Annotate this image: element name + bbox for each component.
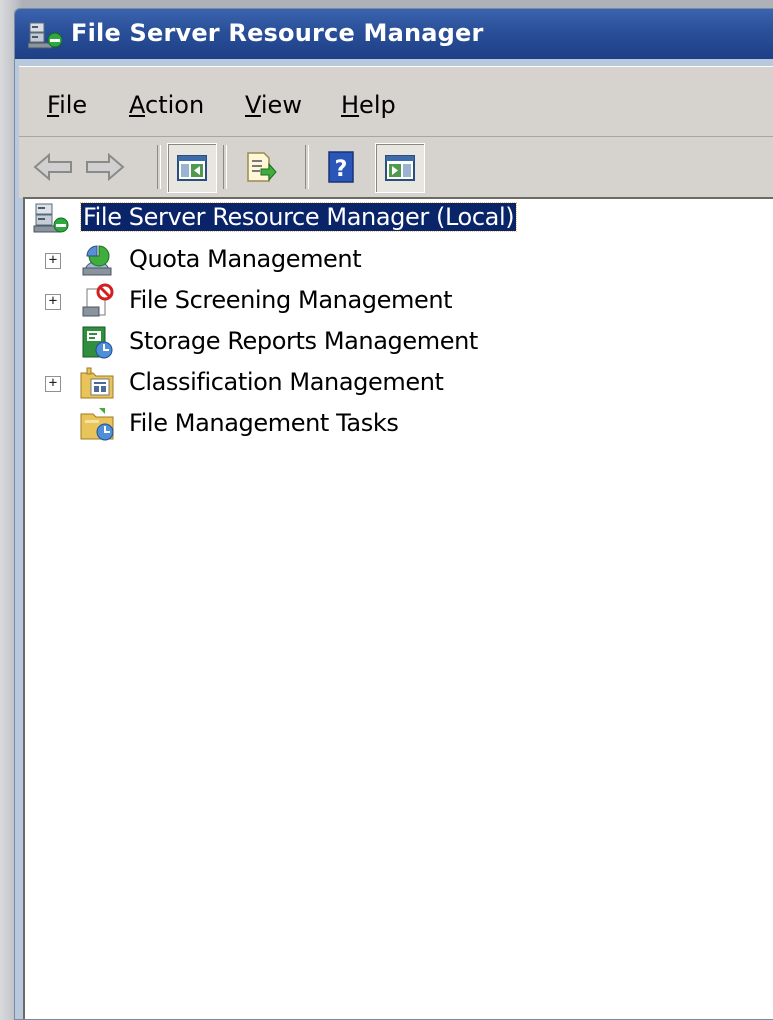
menu-help-accel: H	[341, 91, 360, 119]
forward-button[interactable]	[81, 143, 129, 191]
forward-arrow-icon	[86, 152, 125, 182]
toolbar-separator	[305, 145, 309, 189]
file-management-tasks-icon	[80, 408, 114, 441]
tree-root-label[interactable]: File Server Resource Manager (Local)	[79, 202, 518, 232]
menu-action-accel: A	[129, 91, 145, 119]
menu-help-rest: elp	[359, 91, 396, 119]
svg-text:?: ?	[335, 157, 348, 182]
console-tree[interactable]: File Server Resource Manager (Local) + Q…	[23, 197, 773, 1019]
server-icon	[33, 203, 69, 233]
show-hide-console-tree-icon	[177, 155, 207, 181]
show-hide-action-pane-icon	[385, 155, 415, 181]
menu-file-accel: F	[47, 91, 60, 119]
show-hide-console-tree-button[interactable]	[167, 143, 217, 193]
menu-view[interactable]: View	[241, 89, 306, 121]
tree-item-file-screening-management[interactable]: + File Screening Management	[25, 283, 725, 319]
menu-file-rest: ile	[59, 91, 88, 119]
title-bar[interactable]: File Server Resource Manager	[15, 9, 773, 59]
menu-view-rest: iew	[260, 91, 302, 119]
menu-help[interactable]: Help	[337, 89, 400, 121]
tree-item-quota-management[interactable]: + Quota Management	[25, 244, 725, 278]
toolbar-separator	[223, 145, 227, 189]
server-app-icon	[28, 22, 62, 49]
storage-reports-icon	[82, 326, 113, 359]
help-button[interactable]: ?	[317, 143, 365, 191]
tree-item-label: File Management Tasks	[129, 409, 399, 437]
quota-management-icon	[82, 245, 112, 276]
menu-view-accel: V	[245, 91, 261, 119]
window-title: File Server Resource Manager	[71, 19, 484, 47]
expand-toggle[interactable]: +	[45, 294, 61, 310]
back-button[interactable]	[29, 143, 77, 191]
menu-action[interactable]: Action	[125, 89, 208, 121]
toolbar: ?	[19, 136, 773, 198]
tree-item-label: File Screening Management	[129, 286, 453, 314]
export-list-icon	[247, 152, 277, 182]
file-screening-icon	[82, 283, 114, 317]
help-icon: ?	[328, 151, 354, 183]
fsrm-window: File Server Resource Manager File Action…	[14, 8, 773, 1020]
show-hide-action-pane-button[interactable]	[375, 143, 425, 193]
tree-item-label: Storage Reports Management	[129, 327, 478, 355]
classification-icon	[80, 367, 114, 399]
expand-toggle[interactable]: +	[45, 253, 61, 269]
menu-bar: File Action View Help	[19, 66, 773, 137]
export-list-button[interactable]	[237, 143, 285, 191]
tree-item-label: Quota Management	[129, 245, 362, 273]
toolbar-separator	[157, 145, 161, 189]
tree-item-file-management-tasks[interactable]: File Management Tasks	[25, 408, 725, 442]
back-arrow-icon	[33, 152, 72, 182]
tree-root[interactable]: File Server Resource Manager (Local)	[25, 202, 725, 237]
menu-action-rest: ction	[145, 91, 205, 119]
menu-file[interactable]: File	[43, 89, 91, 121]
tree-item-classification-management[interactable]: + Classification Management	[25, 367, 725, 401]
expand-toggle[interactable]: +	[45, 376, 61, 392]
tree-item-storage-reports-management[interactable]: Storage Reports Management	[25, 326, 725, 360]
tree-item-label: Classification Management	[129, 368, 444, 396]
